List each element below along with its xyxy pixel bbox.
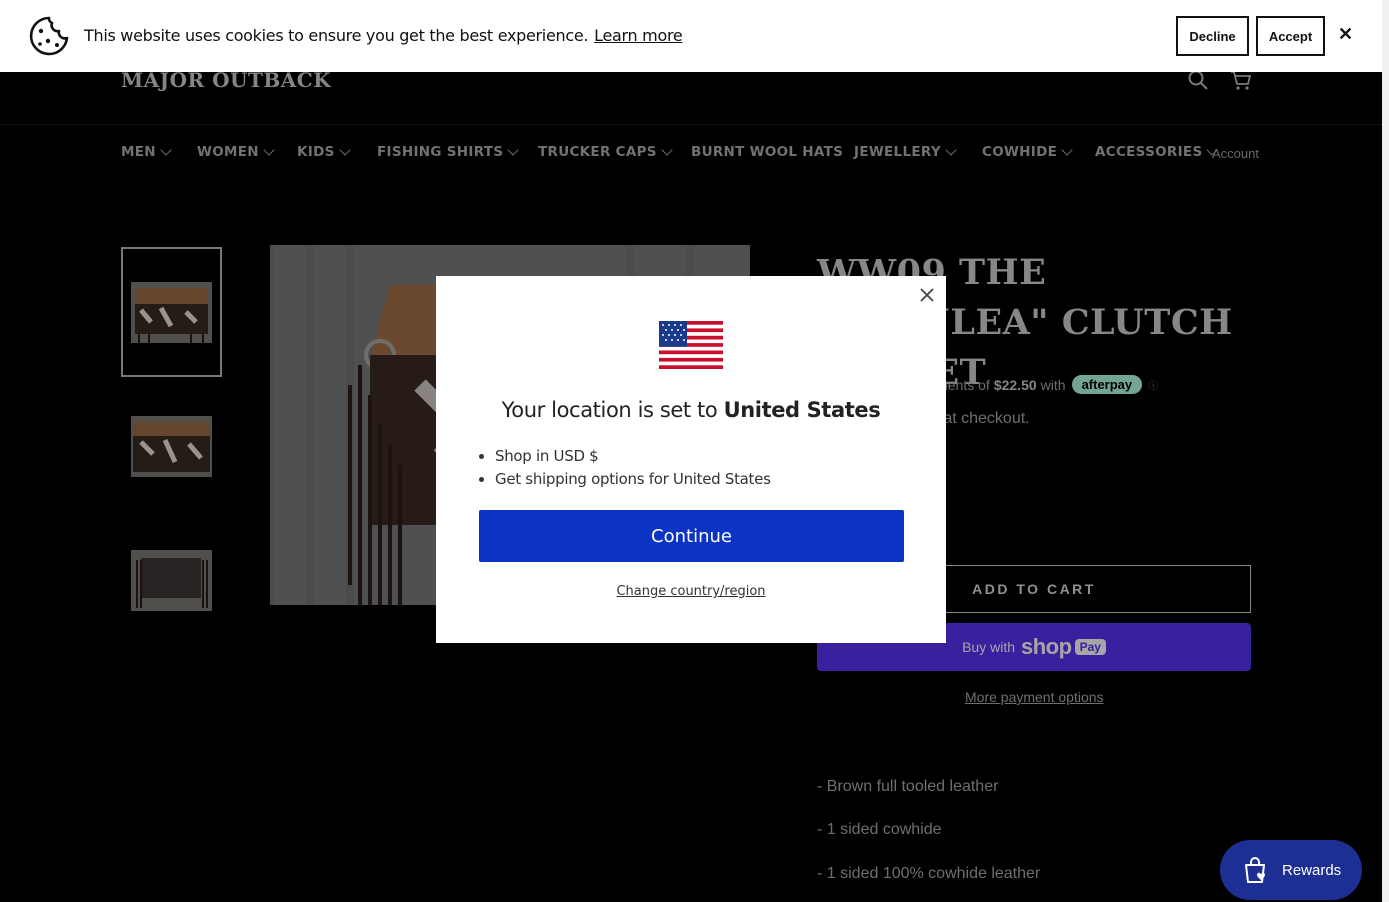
learn-more-link[interactable]: Learn more (594, 26, 683, 45)
accept-button[interactable]: Accept (1256, 16, 1325, 56)
nav-item-accessories[interactable]: ACCESSORIES (1095, 144, 1219, 160)
thumbnail-image (131, 281, 212, 343)
nav-item-cowhide[interactable]: COWHIDE (982, 144, 1073, 160)
chevron-down-icon (507, 144, 520, 156)
product-thumbnail[interactable] (121, 515, 222, 645)
shop-pay-logo: shop (1021, 634, 1072, 659)
account-link[interactable]: Account (1212, 146, 1259, 161)
buy-with-label: Buy with (962, 639, 1015, 655)
product-thumbnail[interactable] (121, 247, 222, 377)
rewards-label: Rewards (1282, 861, 1342, 879)
shop-pay-pay-badge: Pay (1074, 639, 1106, 655)
modal-title-country: United States (723, 398, 881, 422)
cookie-message: This website uses cookies to ensure you … (84, 26, 683, 45)
main-nav: MEN WOMEN KIDS FISHING SHIRTS TRUCKER CA… (0, 144, 1382, 166)
close-icon[interactable] (918, 286, 936, 304)
cookie-message-text: This website uses cookies to ensure you … (84, 26, 589, 45)
nav-item-jewellery[interactable]: JEWELLERY (854, 144, 957, 160)
rewards-button[interactable]: Rewards (1220, 840, 1362, 900)
description-line: - 1 sided 100% cowhide leather (817, 865, 1041, 882)
nav-label: KIDS (297, 144, 335, 160)
nav-label: FISHING SHIRTS (377, 144, 504, 160)
nav-label: WOMEN (197, 144, 259, 160)
nav-item-men[interactable]: MEN (121, 144, 172, 160)
header-divider (0, 124, 1382, 125)
chevron-down-icon (338, 144, 351, 156)
nav-label: TRUCKER CAPS (538, 144, 657, 160)
chevron-down-icon (263, 144, 275, 156)
list-item: Get shipping options for United States (495, 470, 771, 488)
nav-label: BURNT WOOL HATS (691, 144, 844, 160)
nav-item-trucker-caps[interactable]: TRUCKER CAPS (538, 144, 673, 160)
afterpay-with: with (1040, 376, 1066, 393)
nav-label: MEN (121, 144, 156, 160)
shopping-bag-heart-icon (1245, 857, 1265, 883)
change-country-link[interactable]: Change country/region (436, 584, 946, 599)
afterpay-prefix: nents of (940, 376, 990, 393)
nav-item-fishing-shirts[interactable]: FISHING SHIRTS (377, 144, 520, 160)
nav-label: JEWELLERY (854, 144, 941, 160)
nav-item-women[interactable]: WOMEN (197, 144, 275, 160)
cookie-icon (29, 16, 69, 56)
us-flag-icon (659, 321, 723, 369)
modal-title: Your location is set to United States (436, 398, 946, 422)
afterpay-amount: $22.50 (993, 376, 1037, 393)
modal-title-prefix: Your location is set to (501, 398, 718, 422)
nav-label: COWHIDE (982, 144, 1058, 160)
chevron-down-icon (1061, 144, 1073, 156)
chevron-down-icon (661, 144, 673, 156)
chevron-down-icon (945, 144, 957, 156)
product-thumbnail[interactable] (121, 381, 222, 511)
cookie-banner: This website uses cookies to ensure you … (0, 0, 1382, 72)
afterpay-line: nents of $22.50 with afterpay ⓘ (940, 375, 1158, 394)
close-icon[interactable]: ✕ (1338, 24, 1353, 45)
list-item: Shop in USD $ (495, 447, 771, 465)
modal-bullets: Shop in USD $ Get shipping options for U… (495, 447, 771, 493)
description-line: - Brown full tooled leather (817, 778, 999, 795)
thumbnail-image (131, 549, 212, 611)
thumbnail-image (131, 415, 212, 477)
nav-item-kids[interactable]: KIDS (297, 144, 351, 160)
continue-button[interactable]: Continue (479, 510, 904, 562)
nav-item-burnt-wool-hats[interactable]: BURNT WOOL HATS (691, 144, 843, 160)
description-line: - 1 sided cowhide (817, 821, 942, 838)
location-modal: Your location is set to United States Sh… (436, 276, 946, 643)
decline-button[interactable]: Decline (1176, 16, 1249, 56)
info-icon[interactable]: ⓘ (1148, 377, 1158, 392)
more-payment-options-link[interactable]: More payment options (965, 689, 1104, 705)
afterpay-badge: afterpay (1071, 375, 1143, 394)
nav-label: ACCESSORIES (1095, 144, 1203, 160)
page-scrollbar[interactable] (1382, 0, 1389, 902)
chevron-down-icon (160, 144, 172, 156)
